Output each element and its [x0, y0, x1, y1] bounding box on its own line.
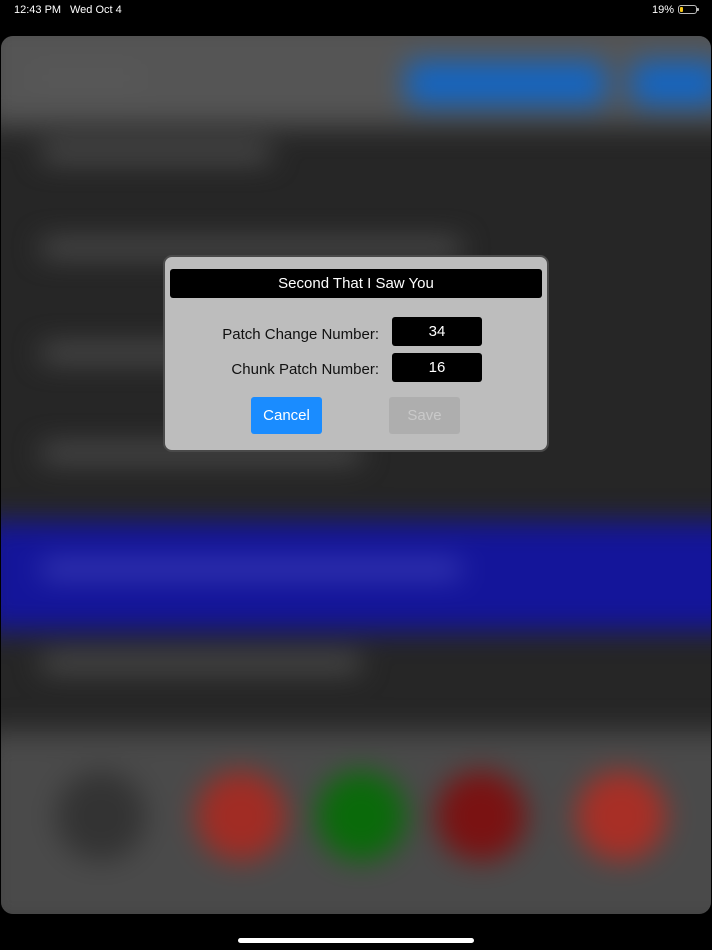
blurred-highlighted-row-text: [41, 561, 461, 577]
patch-change-number-field[interactable]: 34: [392, 317, 482, 346]
battery-percentage: 19%: [651, 4, 674, 16]
blurred-header-button: [406, 61, 606, 106]
home-indicator[interactable]: [238, 938, 474, 943]
blurred-background-content: [1, 36, 711, 914]
status-time: 12:43 PM: [14, 4, 62, 16]
blurred-control-button: [316, 771, 406, 861]
patch-change-number-label: Patch Change Number:: [222, 326, 379, 343]
status-date: Wed Oct 4: [70, 4, 122, 16]
battery-icon: [678, 5, 699, 14]
battery-fill: [680, 7, 683, 12]
dialog-title: Second That I Saw You: [170, 269, 542, 298]
status-bar: 12:43 PM Wed Oct 4 19%: [0, 0, 712, 22]
chunk-patch-number-label: Chunk Patch Number:: [231, 361, 379, 378]
patch-dialog: Second That I Saw You Patch Change Numbe…: [163, 255, 549, 452]
blurred-control-button: [56, 771, 146, 861]
blurred-control-button: [196, 771, 286, 861]
blurred-list-row: [41, 146, 271, 160]
save-button[interactable]: Save: [389, 397, 460, 434]
chunk-patch-number-field[interactable]: 16: [392, 353, 482, 382]
blurred-list-row: [41, 656, 361, 670]
screen: 12:43 PM Wed Oct 4 19% Second That I Saw…: [0, 0, 712, 950]
background-app-sheet: [1, 36, 711, 914]
blurred-control-button: [576, 771, 666, 861]
blurred-header-text: [31, 71, 141, 85]
blurred-list-row: [41, 241, 461, 255]
cancel-button[interactable]: Cancel: [251, 397, 322, 434]
blurred-control-button: [436, 771, 526, 861]
blurred-header-button: [631, 61, 711, 106]
